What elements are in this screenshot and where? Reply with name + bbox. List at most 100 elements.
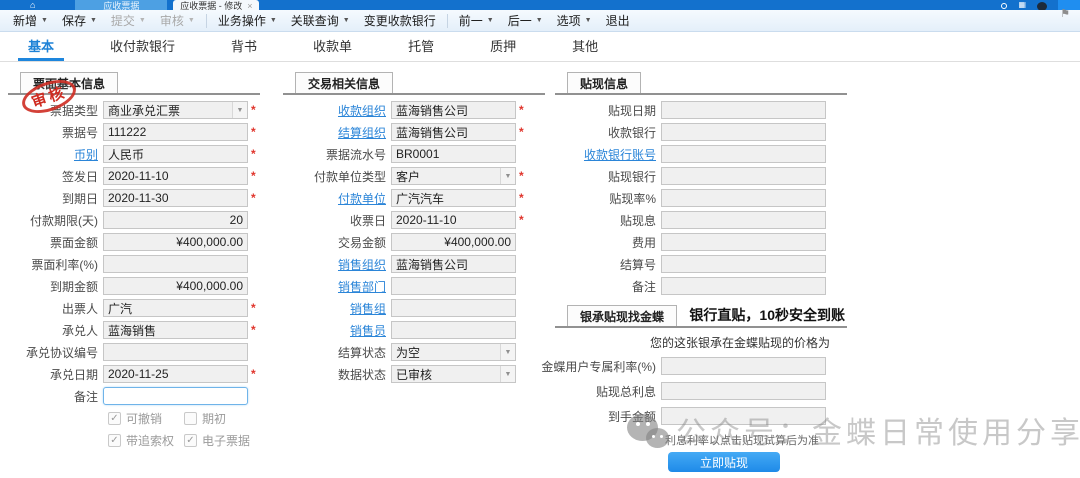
form-row: 销售组织蓝海销售公司*: [283, 255, 545, 273]
field-receiving-bank-account[interactable]: [661, 145, 826, 163]
window-tab-receivable-bills[interactable]: 应收票据: [75, 0, 167, 10]
next-label: 后一: [508, 12, 532, 29]
options-button[interactable]: 选项▼: [550, 10, 599, 32]
form-row: 收票日2020-11-10*: [283, 211, 545, 229]
link-salesperson[interactable]: 销售员: [283, 322, 391, 339]
change-receiving-bank-button[interactable]: 变更收款银行: [357, 10, 443, 32]
toolbar: 新增▼保存▼提交▼审核▼业务操作▼关联查询▼变更收款银行前一▼后一▼选项▼退出: [0, 10, 1080, 32]
chevron-down-icon: ▼: [90, 17, 97, 24]
field-currency[interactable]: 人民币: [103, 145, 248, 163]
previous-button[interactable]: 前一▼: [452, 10, 501, 32]
required-marker: *: [248, 125, 258, 139]
field-discount-remark[interactable]: [661, 277, 826, 295]
chevron-down-icon: ▼: [188, 17, 195, 24]
audit-label: 审核: [160, 12, 184, 29]
field-settlement-status[interactable]: 为空▼: [391, 343, 516, 361]
field-sales-org[interactable]: 蓝海销售公司: [391, 255, 516, 273]
chevron-down-icon: ▼: [487, 17, 494, 24]
checkbox-revocable[interactable]: ✓可撤销: [108, 410, 184, 427]
link-currency[interactable]: 币别: [8, 146, 103, 163]
section-transaction-info: 交易相关信息收款组织蓝海销售公司*结算组织蓝海销售公司*票据流水号BR0001*…: [283, 72, 545, 387]
tab-basic[interactable]: 基本: [18, 32, 64, 61]
field-discount-interest[interactable]: [661, 211, 826, 229]
field-sales-dept[interactable]: [391, 277, 516, 295]
checkbox-revocable-box: ✓: [108, 412, 121, 425]
field-fee[interactable]: [661, 233, 826, 251]
window-tab-receivable-bills-edit[interactable]: 应收票据 - 修改×: [173, 0, 259, 10]
required-marker: *: [248, 103, 258, 117]
new-button[interactable]: 新增▼: [6, 10, 55, 32]
tab-endorsement[interactable]: 背书: [221, 32, 267, 61]
save-button[interactable]: 保存 ▼: [55, 10, 104, 32]
field-kingdee-user-rate[interactable]: [661, 357, 826, 375]
field-discount-date[interactable]: [661, 101, 826, 119]
field-net-amount[interactable]: [661, 407, 826, 425]
form-row: 结算组织蓝海销售公司*: [283, 123, 545, 141]
field-acceptance-date[interactable]: 2020-11-25: [103, 365, 248, 383]
form-row: 承兑协议编号*: [8, 343, 260, 361]
tab-pledge[interactable]: 质押: [480, 32, 526, 61]
next-button[interactable]: 后一▼: [501, 10, 550, 32]
field-acceptance-agreement-no[interactable]: [103, 343, 248, 361]
tab-receipt[interactable]: 收款单: [303, 32, 362, 61]
checkbox-electronic-bill[interactable]: ✓电子票据: [184, 432, 260, 449]
tab-payment-banks[interactable]: 收付款银行: [100, 32, 185, 61]
field-payer[interactable]: 广汽汽车: [391, 189, 516, 207]
link-settlement-org[interactable]: 结算组织: [283, 124, 391, 141]
field-data-status[interactable]: 已审核▼: [391, 365, 516, 383]
field-receiving-org[interactable]: 蓝海销售公司: [391, 101, 516, 119]
field-drawer[interactable]: 广汽: [103, 299, 248, 317]
label-total-discount-interest: 贴现总利息: [539, 383, 661, 400]
field-discount-rate[interactable]: [661, 189, 826, 207]
field-bill-type[interactable]: 商业承兑汇票▼: [103, 101, 248, 119]
link-sales-group[interactable]: 销售组: [283, 300, 391, 317]
field-remark[interactable]: [103, 387, 248, 405]
link-sales-dept[interactable]: 销售部门: [283, 278, 391, 295]
required-marker: *: [248, 323, 258, 337]
link-payer[interactable]: 付款单位: [283, 190, 391, 207]
save-label: 保存: [62, 12, 86, 29]
checkbox-with-recourse[interactable]: ✓带追索权: [108, 432, 184, 449]
checkbox-opening-box: [184, 412, 197, 425]
field-face-rate[interactable]: [103, 255, 248, 273]
form-row: 结算号*: [555, 255, 847, 273]
required-marker: *: [248, 367, 258, 381]
field-discount-bank[interactable]: [661, 167, 826, 185]
field-acceptor[interactable]: 蓝海销售: [103, 321, 248, 339]
field-receipt-date[interactable]: 2020-11-10: [391, 211, 516, 229]
link-receiving-org[interactable]: 收款组织: [283, 102, 391, 119]
field-maturity-amount[interactable]: ¥400,000.00: [103, 277, 248, 295]
field-payer-type[interactable]: 客户▼: [391, 167, 516, 185]
close-icon[interactable]: ×: [247, 0, 252, 10]
field-face-amount[interactable]: ¥400,000.00: [103, 233, 248, 251]
discount-now-button[interactable]: 立即贴现: [668, 452, 780, 472]
field-bill-serial-no[interactable]: BR0001: [391, 145, 516, 163]
link-receiving-bank-account[interactable]: 收款银行账号: [555, 146, 661, 163]
field-salesperson[interactable]: [391, 321, 516, 339]
field-bill-no[interactable]: 111222: [103, 123, 248, 141]
field-sales-group[interactable]: [391, 299, 516, 317]
exit-button[interactable]: 退出: [599, 10, 637, 32]
link-sales-org[interactable]: 销售组织: [283, 256, 391, 273]
field-receiving-bank[interactable]: [661, 123, 826, 141]
field-transaction-amount[interactable]: ¥400,000.00: [391, 233, 516, 251]
label-settlement-no: 结算号: [555, 256, 661, 273]
tab-other[interactable]: 其他: [562, 32, 608, 61]
field-payment-term-days[interactable]: 20: [103, 211, 248, 229]
field-settlement-org[interactable]: 蓝海销售公司: [391, 123, 516, 141]
chevron-down-icon: ▼: [41, 17, 48, 24]
linked-query-button[interactable]: 关联查询▼: [284, 10, 357, 32]
label-payment-term-days: 付款期限(天): [8, 212, 103, 229]
section-bill-basic-info: 票面基本信息票据类型商业承兑汇票▼*票据号111222*币别人民币*签发日202…: [8, 72, 260, 449]
tab-custody[interactable]: 托管: [398, 32, 444, 61]
user-avatar[interactable]: [1037, 2, 1047, 10]
field-total-discount-interest[interactable]: [661, 382, 826, 400]
field-settlement-no[interactable]: [661, 255, 826, 273]
search-icon[interactable]: [1001, 3, 1007, 9]
field-issue-date[interactable]: 2020-11-10: [103, 167, 248, 185]
field-due-date[interactable]: 2020-11-30: [103, 189, 248, 207]
apps-grid-icon[interactable]: ▦: [1018, 0, 1026, 10]
checkbox-opening[interactable]: 期初: [184, 410, 260, 427]
business-operation-button[interactable]: 业务操作▼: [211, 10, 284, 32]
pin-icon[interactable]: ⚑: [1060, 7, 1070, 20]
